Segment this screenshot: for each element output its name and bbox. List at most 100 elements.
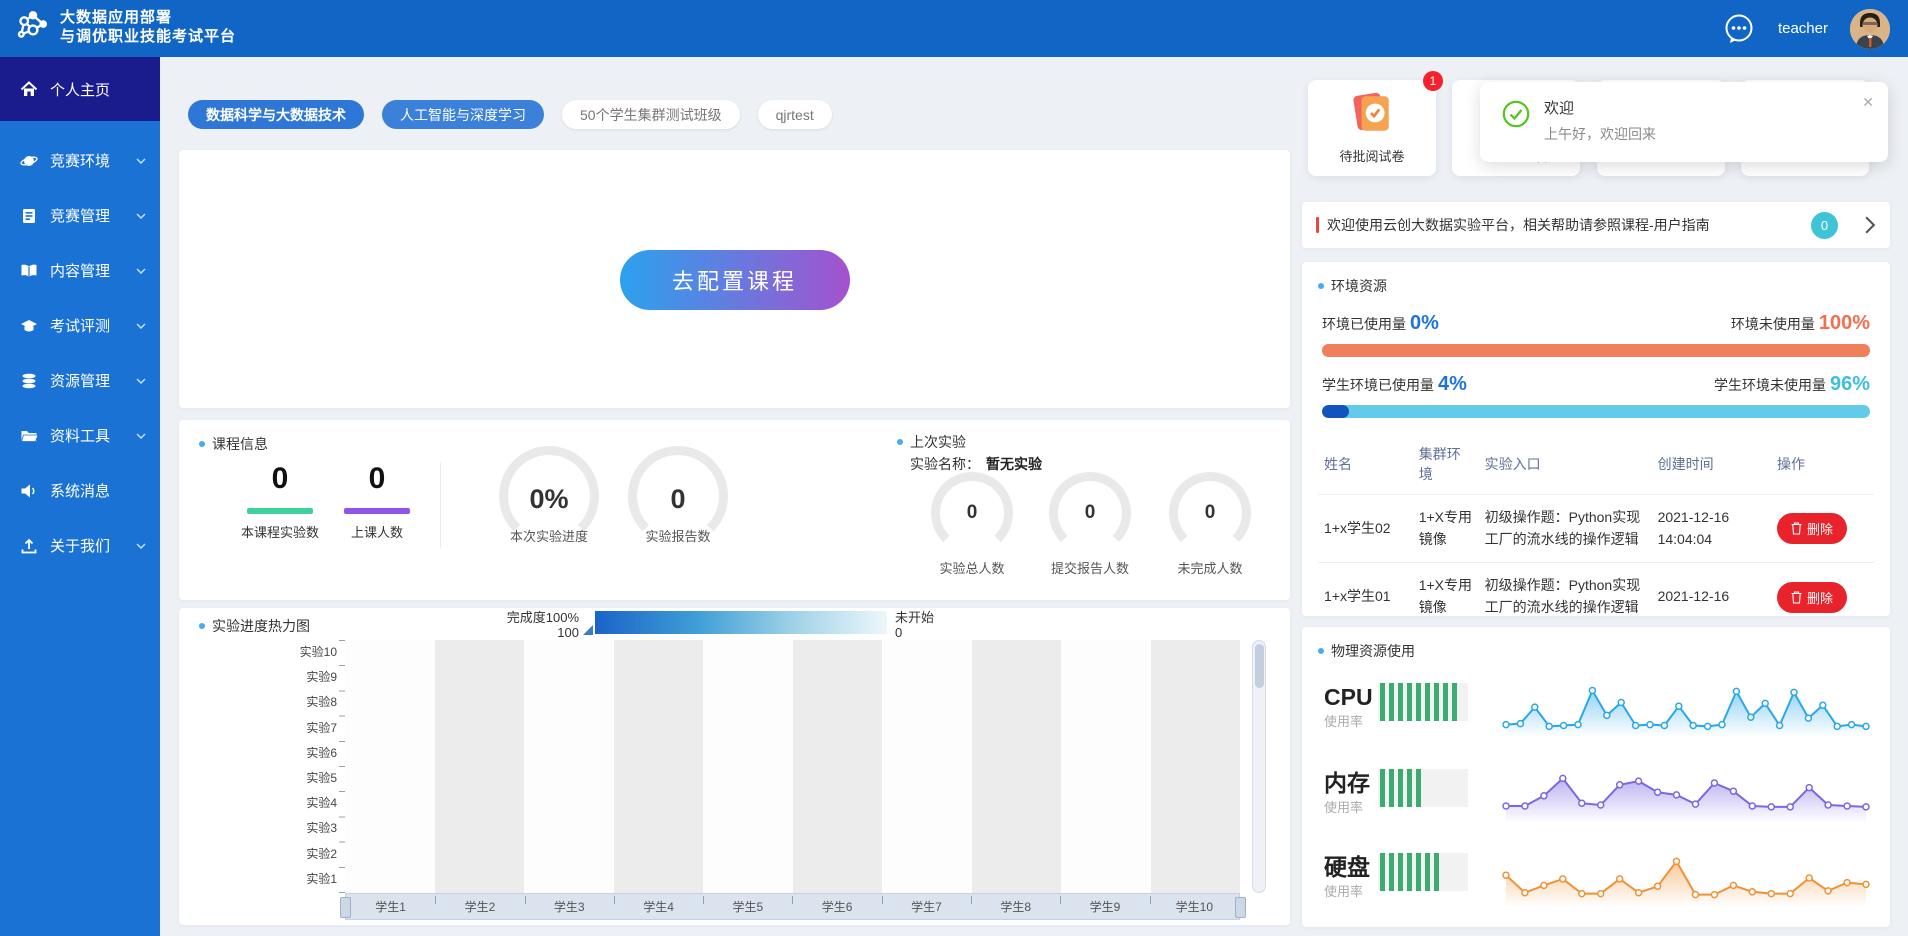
heatmap-x-label: 学生1: [346, 894, 435, 919]
student-env-usage-row: 学生环境已使用量4% 学生环境未使用量96%: [1318, 371, 1874, 395]
student-env-usage-bar: [1322, 405, 1870, 418]
heatmap-legend-gradient[interactable]: [595, 611, 887, 634]
env-usage-fill: [1322, 344, 1870, 357]
disk-label: 硬盘: [1324, 855, 1370, 879]
student-env-table: 姓名 集群环境 实验入口 创建时间 操作 1+x学生02 1+X专用镜像 初级操…: [1318, 434, 1874, 616]
gauge-label: 本次实验进度: [479, 526, 619, 545]
success-check-icon: [1502, 100, 1530, 128]
configure-course-button[interactable]: 去配置课程: [620, 250, 850, 310]
heatmap-y-label: 实验6: [187, 741, 337, 766]
memory-sparkline: [1500, 763, 1872, 829]
gauge-label: 实验报告数: [608, 526, 748, 545]
disk-sublabel: 使用率: [1324, 881, 1363, 900]
sidebar-item-exam-eval[interactable]: 考试评测: [0, 298, 160, 353]
heatmap-y-label: 实验1: [187, 867, 337, 892]
env-used-value: 0%: [1410, 312, 1439, 334]
heatmap-x-label: 学生2: [435, 894, 524, 919]
slider-handle-left[interactable]: [340, 897, 351, 918]
tab-course-4[interactable]: qjrtest: [758, 100, 832, 129]
avatar[interactable]: [1850, 9, 1890, 49]
pending-exam-card[interactable]: 待批阅试卷 1: [1308, 80, 1436, 176]
cpu-sublabel: 使用率: [1324, 711, 1363, 730]
sidebar-item-content-mgmt[interactable]: 内容管理: [0, 243, 160, 298]
notification-badge: 1: [1423, 71, 1443, 91]
exam-papers-icon: [1349, 90, 1395, 136]
notebook-icon: [20, 207, 38, 225]
app-logo: 大数据应用部署 与调优职业技能考试平台: [14, 8, 236, 46]
delete-button[interactable]: 删除: [1777, 582, 1847, 613]
env-usage-bar: [1322, 344, 1870, 357]
sidebar-item-home[interactable]: 个人主页: [0, 57, 160, 121]
student-env-used-label: 学生环境已使用量4%: [1322, 373, 1467, 396]
col-cluster: 集群环境: [1413, 434, 1479, 495]
tab-course-3[interactable]: 50个学生集群测试班级: [562, 100, 740, 129]
sidebar-item-system-messages[interactable]: 系统消息: [0, 463, 160, 518]
heatmap-legend-max: 完成度100% 100: [469, 610, 579, 640]
heatmap-vertical-scrollbar[interactable]: [1252, 640, 1266, 893]
course-info-title: 课程信息: [199, 434, 268, 454]
upload-icon: [20, 537, 38, 555]
student-env-unused-value: 96%: [1830, 373, 1870, 395]
slider-handle-right[interactable]: [1235, 897, 1246, 918]
heatmap-y-axis: 实验10实验9实验8实验7实验6实验5实验4实验3实验2实验1: [187, 640, 337, 892]
cell-created: 2021-12-16 14:04:04: [1652, 495, 1771, 563]
sidebar-item-label: 内容管理: [50, 260, 110, 281]
sidebar-item-label: 资源管理: [50, 370, 110, 391]
env-unused-label: 环境未使用量100%: [1731, 312, 1870, 335]
stat-underline: [344, 508, 410, 514]
scrollbar-thumb[interactable]: [1255, 644, 1264, 688]
stat-value: 0: [327, 462, 427, 496]
cell-cluster: 1+X专用镜像: [1413, 563, 1479, 616]
heatmap-y-label: 实验10: [187, 640, 337, 665]
col-name: 姓名: [1318, 434, 1413, 495]
delete-button[interactable]: 删除: [1777, 513, 1847, 544]
stat-underline: [247, 508, 313, 514]
sidebar-item-about-us[interactable]: 关于我们: [0, 518, 160, 573]
submitted-report-gauge: 0 提交报告人数: [1049, 472, 1131, 554]
close-icon[interactable]: ✕: [1862, 94, 1874, 111]
sidebar-item-competition-mgmt[interactable]: 竞赛管理: [0, 188, 160, 243]
stat-value: 0: [230, 462, 330, 496]
heatmap-legend-min: 未开始 0: [895, 610, 955, 640]
heatmap-x-label: 学生4: [614, 894, 703, 919]
heatmap-legend-marker[interactable]: [583, 625, 593, 635]
graduation-cap-icon: [20, 317, 38, 335]
folder-icon: [20, 427, 38, 445]
tab-course-2[interactable]: 人工智能与深度学习: [382, 100, 544, 129]
username[interactable]: teacher: [1778, 20, 1828, 37]
gauge-value: 0%: [499, 484, 599, 515]
col-entry: 实验入口: [1479, 434, 1652, 495]
chevron-right-icon[interactable]: [1864, 216, 1876, 234]
student-env-usage-fill: [1322, 405, 1349, 418]
student-env-unused-label: 学生环境未使用量96%: [1714, 373, 1870, 396]
heatmap-x-label: 学生6: [792, 894, 881, 919]
message-icon[interactable]: [1722, 12, 1756, 46]
speaker-icon: [20, 482, 38, 500]
sidebar-item-label: 竞赛管理: [50, 205, 110, 226]
student-env-used-value: 4%: [1438, 373, 1467, 395]
sidebar-item-competition-env[interactable]: 竞赛环境: [0, 133, 160, 188]
sidebar-item-label: 个人主页: [50, 79, 110, 100]
env-used-label: 环境已使用量0%: [1322, 312, 1439, 335]
heatmap-column: [882, 640, 972, 893]
sidebar-item-label: 考试评测: [50, 315, 110, 336]
progress-gauge: 0% 本次实验进度: [499, 446, 599, 546]
disk-stripe-gauge: [1378, 853, 1468, 891]
platform-notice-bar[interactable]: 欢迎使用云创大数据实验平台，相关帮助请参照课程-用户指南 0: [1302, 202, 1890, 248]
heatmap-column: [1061, 640, 1151, 893]
heatmap-y-label: 实验2: [187, 842, 337, 867]
env-resources-title: 环境资源: [1318, 276, 1874, 296]
chevron-down-icon: [136, 433, 146, 439]
cell-name: 1+x学生01: [1318, 563, 1413, 616]
tab-course-1[interactable]: 数据科学与大数据技术: [188, 100, 364, 129]
notice-text: 欢迎使用云创大数据实验平台，相关帮助请参照课程-用户指南: [1327, 215, 1811, 235]
sidebar-item-label: 竞赛环境: [50, 150, 110, 171]
cell-cluster: 1+X专用镜像: [1413, 495, 1479, 563]
sidebar-item-resource-mgmt[interactable]: 资源管理: [0, 353, 160, 408]
disk-usage-row: 硬盘 使用率: [1318, 847, 1874, 919]
sidebar-item-material-tools[interactable]: 资料工具: [0, 408, 160, 463]
memory-sublabel: 使用率: [1324, 797, 1363, 816]
sidebar-item-label: 关于我们: [50, 535, 110, 556]
heatmap-x-slider[interactable]: 学生1学生2学生3学生4学生5学生6学生7学生8学生9学生10: [345, 893, 1240, 920]
top-bar: 大数据应用部署 与调优职业技能考试平台 teacher: [0, 0, 1908, 57]
